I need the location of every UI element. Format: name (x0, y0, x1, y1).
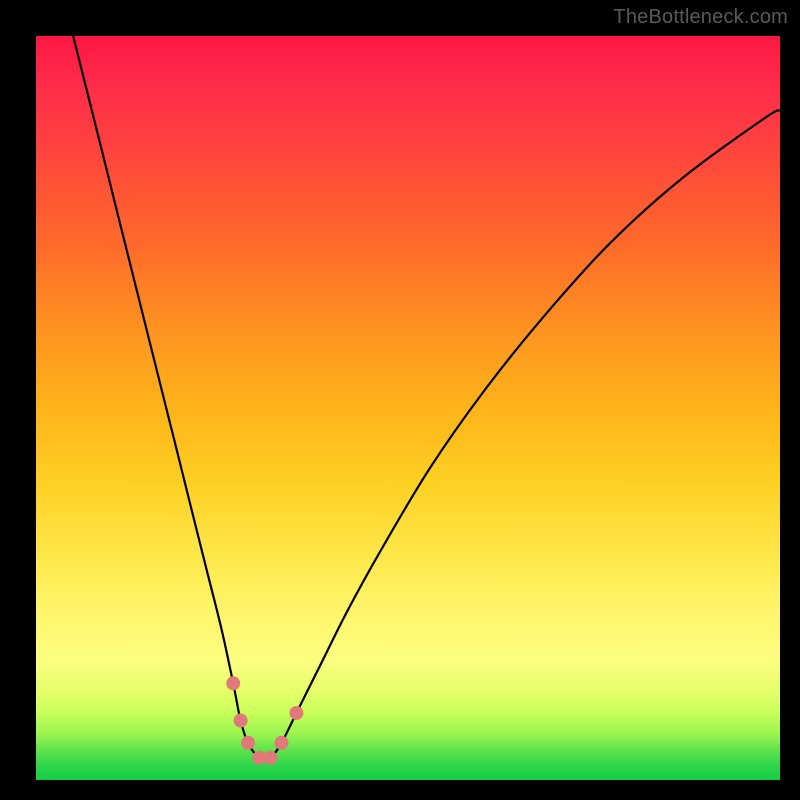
chart-plot-area (36, 36, 780, 780)
watermark-text: TheBottleneck.com (613, 6, 788, 29)
curve-marker (289, 706, 303, 720)
curve-marker (226, 676, 240, 690)
curve-marker (263, 751, 277, 765)
curve-marker (241, 736, 255, 750)
curve-marker (275, 736, 289, 750)
curve-marker (234, 714, 248, 728)
chart-frame: TheBottleneck.com (0, 0, 800, 800)
chart-svg (36, 36, 780, 780)
bottleneck-curve-path (73, 36, 780, 760)
